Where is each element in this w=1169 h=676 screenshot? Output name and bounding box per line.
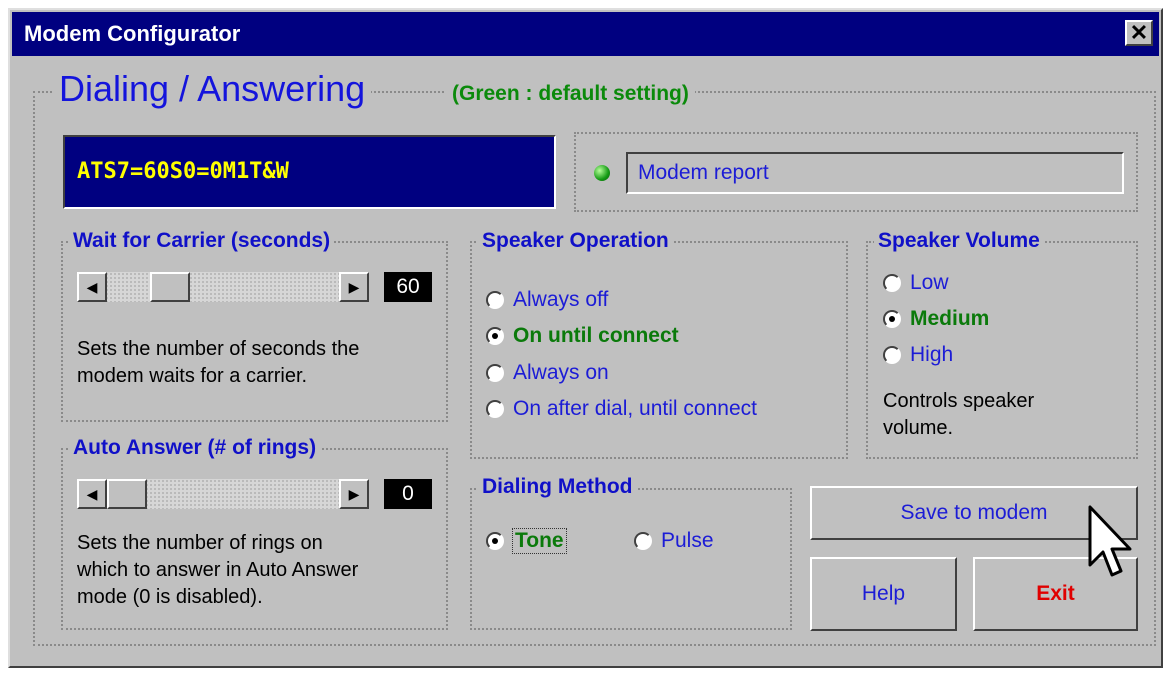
wait-carrier-value: 60	[384, 272, 432, 302]
radio-button-selected-icon[interactable]	[883, 310, 901, 328]
wait-carrier-description: Sets the number of seconds the modem wai…	[77, 338, 360, 387]
help-button[interactable]: Help	[810, 557, 957, 631]
radio-pulse[interactable]: Pulse	[634, 529, 714, 553]
radio-on-until-connect[interactable]: On until connect	[486, 324, 679, 348]
slider-thumb[interactable]	[107, 479, 147, 509]
slider-right-arrow-icon[interactable]: ▶	[339, 479, 369, 509]
radio-button-selected-icon[interactable]	[486, 532, 504, 550]
modem-report-field: Modem report	[626, 152, 1124, 194]
radio-button-selected-icon[interactable]	[486, 327, 504, 345]
slider-right-arrow-icon[interactable]: ▶	[339, 272, 369, 302]
slider-thumb[interactable]	[150, 272, 190, 302]
window-title: Modem Configurator	[24, 21, 241, 46]
radio-button-icon[interactable]	[486, 400, 504, 418]
auto-answer-value: 0	[384, 479, 432, 509]
radio-button-icon[interactable]	[486, 364, 504, 382]
close-button[interactable]: ✕	[1125, 20, 1153, 46]
radio-volume-medium[interactable]: Medium	[883, 307, 989, 331]
dialing-method-label: Dialing Method	[478, 475, 637, 499]
wait-carrier-slider[interactable]: ◀ ▶	[77, 272, 369, 302]
radio-volume-low[interactable]: Low	[883, 271, 949, 295]
radio-button-icon[interactable]	[883, 274, 901, 292]
radio-always-on[interactable]: Always on	[486, 361, 609, 385]
radio-tone[interactable]: Tone	[486, 528, 567, 554]
auto-answer-slider[interactable]: ◀ ▶	[77, 479, 369, 509]
status-led-icon	[594, 165, 610, 181]
radio-volume-high[interactable]: High	[883, 343, 953, 367]
auto-answer-label: Auto Answer (# of rings)	[69, 436, 321, 460]
speaker-operation-group	[470, 241, 848, 459]
default-setting-note: (Green : default setting)	[446, 82, 695, 106]
radio-button-icon[interactable]	[486, 291, 504, 309]
command-string-display: ATS7=60S0=0M1T&W	[63, 135, 556, 209]
mouse-pointer-icon	[1088, 505, 1132, 577]
close-icon: ✕	[1129, 20, 1149, 45]
auto-answer-description: Sets the number of rings on which to ans…	[77, 532, 359, 608]
wait-for-carrier-label: Wait for Carrier (seconds)	[69, 229, 335, 253]
radio-button-icon[interactable]	[634, 532, 652, 550]
speaker-volume-description: Controls speaker volume.	[883, 390, 1035, 439]
section-title: Dialing / Answering	[53, 68, 372, 110]
slider-left-arrow-icon[interactable]: ◀	[77, 479, 107, 509]
command-string: ATS7=60S0=0M1T&W	[77, 159, 289, 184]
radio-on-after-dial[interactable]: On after dial, until connect	[486, 397, 757, 421]
modem-report-text: Modem report	[638, 161, 769, 184]
title-bar: Modem Configurator ✕	[12, 12, 1159, 56]
speaker-operation-label: Speaker Operation	[478, 229, 673, 253]
slider-left-arrow-icon[interactable]: ◀	[77, 272, 107, 302]
radio-button-icon[interactable]	[883, 346, 901, 364]
speaker-volume-label: Speaker Volume	[874, 229, 1044, 253]
radio-always-off[interactable]: Always off	[486, 288, 608, 312]
wait-for-carrier-group	[61, 241, 448, 422]
dialing-method-group	[470, 488, 792, 630]
